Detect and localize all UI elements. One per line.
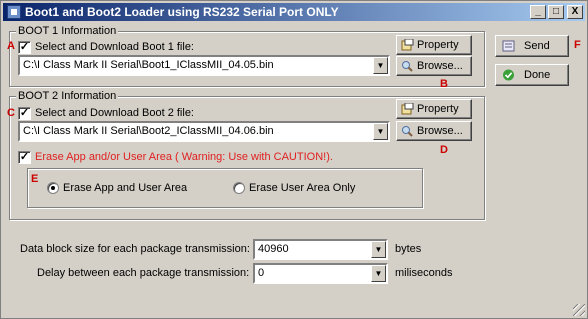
marker-a: A [7,40,15,52]
erase-user-only-radio[interactable] [233,182,245,194]
erase-checkbox-label: Erase App and/or User Area ( Warning: Us… [35,151,333,163]
marker-c: C [7,107,15,119]
done-label: Done [524,69,551,81]
loader-window: Boot1 and Boot2 Loader using RS232 Seria… [0,0,588,319]
erase-user-only-label: Erase User Area Only [249,182,356,194]
property-icon [401,103,414,115]
boot2-property-label: Property [417,103,459,115]
block-size-select[interactable]: 40960 ▼ [253,239,388,260]
boot2-group-label: BOOT 2 Information [16,90,119,102]
boot2-browse-label: Browse... [417,125,463,137]
close-button[interactable]: X [567,5,583,19]
erase-app-user-label: Erase App and User Area [63,182,188,194]
chevron-down-icon[interactable]: ▼ [373,57,388,74]
marker-d: D [440,144,448,156]
boot2-checkbox[interactable]: ✓ [18,107,31,120]
maximize-button[interactable]: □ [548,5,564,19]
search-icon [402,126,413,137]
boot1-property-label: Property [417,39,459,51]
delay-unit: miliseconds [395,267,453,279]
check-icon [503,69,514,81]
send-button[interactable]: Send [495,35,569,57]
boot2-file-select[interactable]: C:\I Class Mark II Serial\Boot2_IClassMI… [18,121,390,142]
boot1-checkbox[interactable]: ✓ [18,41,31,54]
block-size-label: Data block size for each package transmi… [20,243,250,255]
window-title: Boot1 and Boot2 Loader using RS232 Seria… [25,5,339,19]
erase-checkbox[interactable]: ✓ [18,151,31,164]
boot1-browse-label: Browse... [417,60,463,72]
chevron-down-icon[interactable]: ▼ [371,241,386,258]
delay-select[interactable]: 0 ▼ [253,263,388,284]
boot1-file-select[interactable]: C:\I Class Mark II Serial\Boot1_IClassMI… [18,55,390,76]
title-bar[interactable]: Boot1 and Boot2 Loader using RS232 Seria… [3,3,585,21]
chevron-down-icon[interactable]: ▼ [373,123,388,140]
erase-app-user-radio[interactable] [47,182,59,194]
boot1-file-path: C:\I Class Mark II Serial\Boot1_IClassMI… [23,59,274,71]
boot2-property-button[interactable]: Property [396,99,472,119]
minimize-button[interactable]: _ [530,5,546,19]
property-icon [401,39,414,51]
boot1-group-label: BOOT 1 Information [16,25,119,37]
chevron-down-icon[interactable]: ▼ [371,265,386,282]
send-label: Send [524,40,550,52]
block-size-value: 40960 [258,243,289,255]
block-size-unit: bytes [395,243,422,255]
boot1-property-button[interactable]: Property [396,35,472,55]
send-icon [502,40,515,52]
marker-e: E [31,173,39,185]
boot2-browse-button[interactable]: Browse... [396,121,472,141]
boot1-checkbox-label: Select and Download Boot 1 file: [35,41,194,53]
resize-grip[interactable] [573,304,585,316]
boot1-browse-button[interactable]: Browse... [396,56,472,76]
app-icon [7,5,21,19]
boot2-file-path: C:\I Class Mark II Serial\Boot2_IClassMI… [23,125,274,137]
done-button[interactable]: Done [495,64,569,86]
delay-value: 0 [258,267,265,279]
marker-b: B [440,78,448,90]
search-icon [402,61,413,72]
delay-label: Delay between each package transmission: [37,267,250,279]
marker-f: F [574,39,581,51]
boot2-checkbox-label: Select and Download Boot 2 file: [35,107,194,119]
